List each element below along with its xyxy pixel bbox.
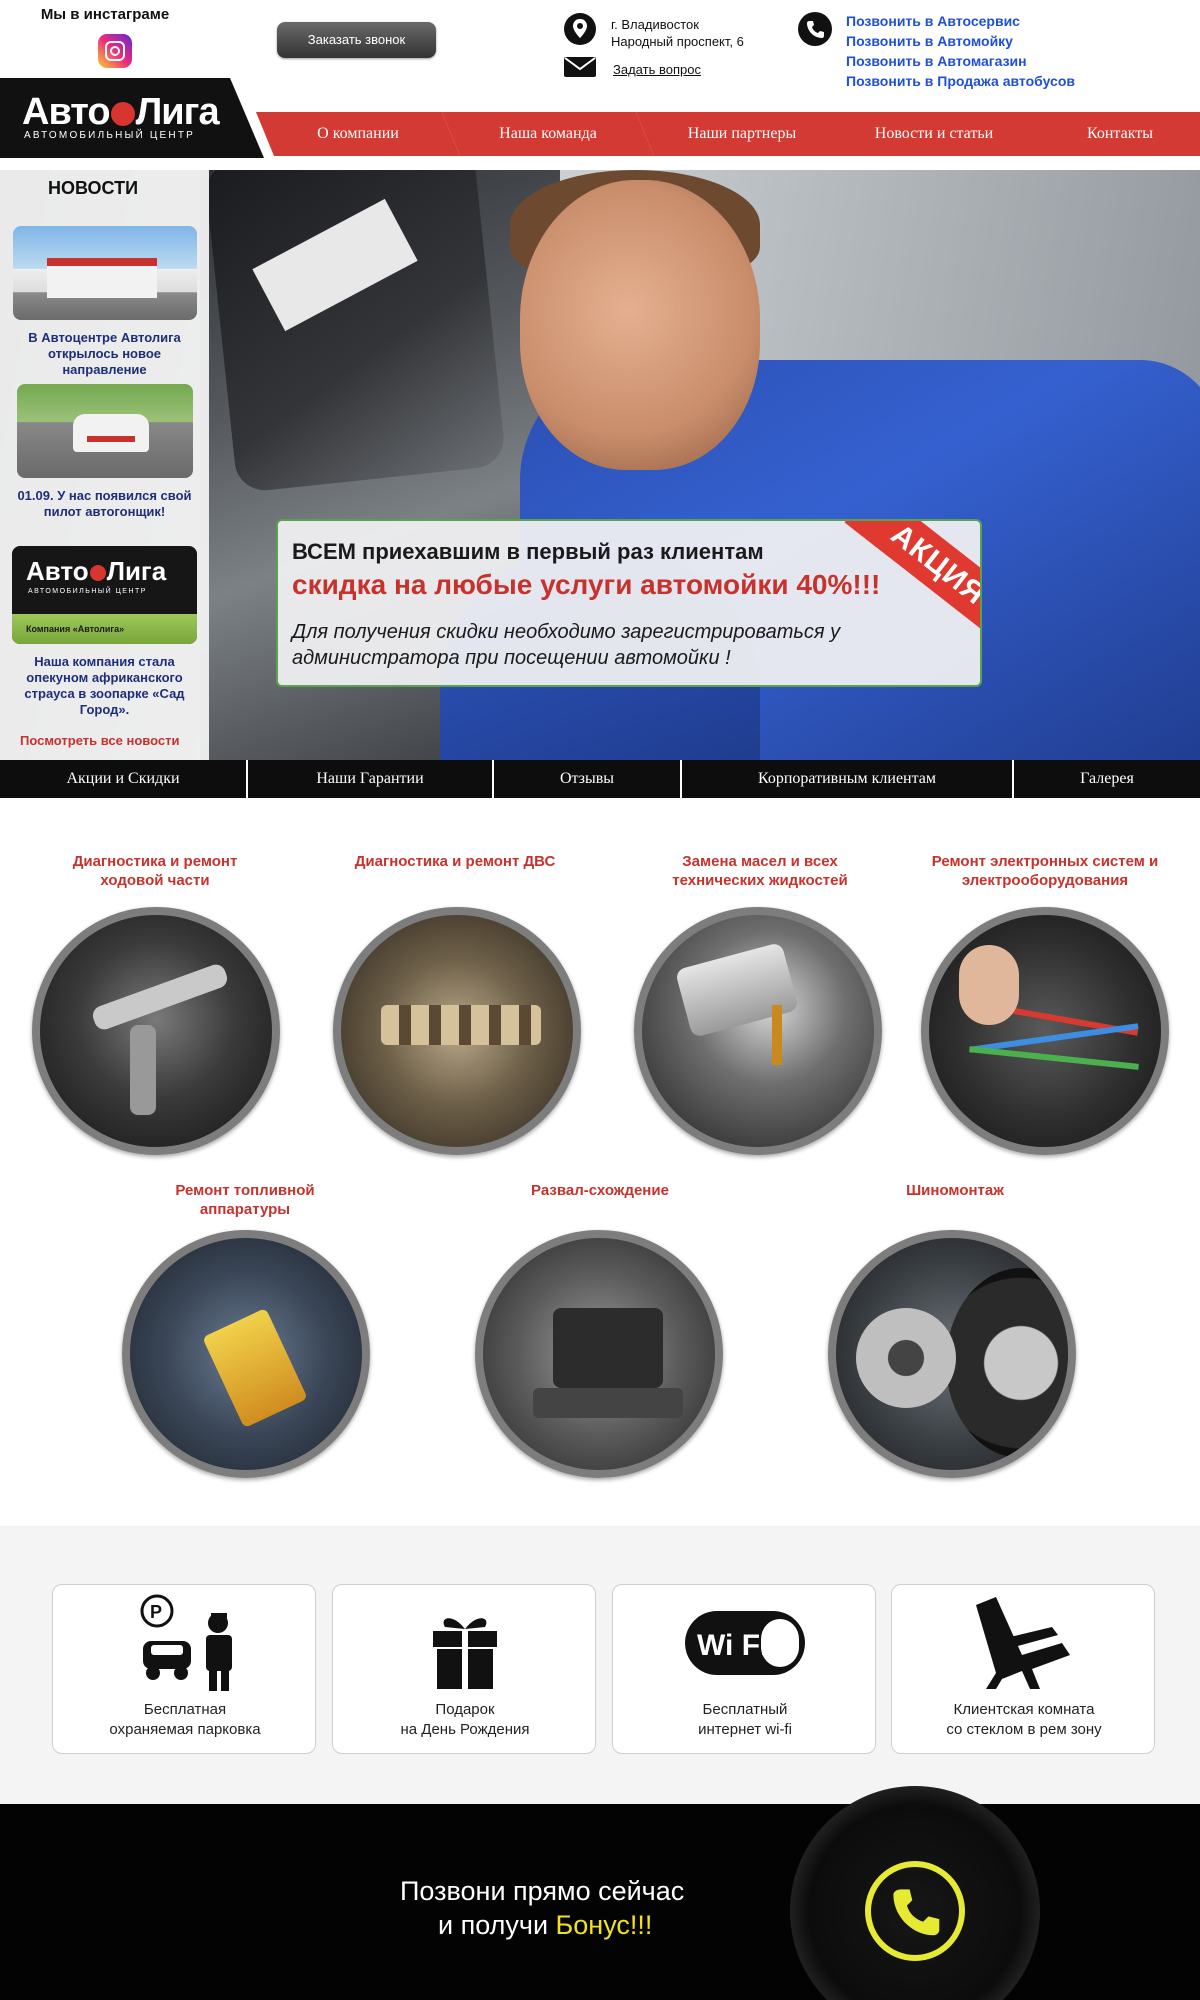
service-title-engine[interactable]: Диагностика и ремонт ДВС — [340, 852, 570, 871]
phone-icon — [893, 1889, 940, 1936]
address: г. Владивосток Народный проспект, 6 — [611, 16, 744, 50]
feature-text: Подарок на День Рождения — [333, 1700, 597, 1740]
feature-line2: интернет wi-fi — [698, 1721, 792, 1738]
service-title-tires[interactable]: Шиномонтаж — [860, 1181, 1050, 1200]
feature-card-lounge: Клиентская комната со стеклом в рем зону — [891, 1584, 1155, 1754]
svg-text:P: P — [150, 1602, 162, 1622]
promo-box: ВСЕМ приехавшим в первый раз клиентам ск… — [276, 519, 982, 687]
cta-line1: Позвони прямо сейчас — [400, 1876, 685, 1906]
lounge-chair-icon — [976, 1597, 1070, 1689]
gift-icon — [433, 1618, 497, 1689]
mail-icon — [564, 57, 596, 77]
feature-line1: Бесплатная — [143, 1701, 227, 1718]
top-bar: Мы в инстаграме Заказать звонок г. Влади… — [0, 0, 1200, 89]
secondary-nav: Акции и Скидки Наши Гарантии Отзывы Корп… — [0, 760, 1200, 798]
call-carwash-link[interactable]: Позвонить в Автомойку — [846, 31, 1075, 51]
service-title-alignment[interactable]: Развал-схождение — [480, 1181, 720, 1200]
news-image-racecar[interactable] — [17, 384, 193, 478]
order-call-button[interactable]: Заказать звонок — [277, 22, 436, 58]
service-title-electrics[interactable]: Ремонт электронных систем и электрообору… — [925, 852, 1165, 890]
subnav-reviews[interactable]: Отзывы — [494, 760, 682, 798]
wheel-icon — [110, 101, 135, 126]
news-caption[interactable]: Наша компания стала опекуном африканског… — [17, 654, 192, 718]
news-image-building[interactable] — [13, 226, 197, 320]
service-title-oil[interactable]: Замена масел и всех технических жидкосте… — [640, 852, 880, 890]
logo-part1: Авто — [22, 91, 111, 133]
news-logo-caption: Компания «Автолига» — [26, 624, 125, 634]
instagram-title: Мы в инстаграме — [40, 6, 170, 23]
feature-line2: на День Рождения — [400, 1721, 530, 1738]
cta-bonus: Бонус!!! — [555, 1910, 653, 1940]
feature-card-gift: Подарок на День Рождения — [332, 1584, 596, 1754]
address-city: г. Владивосток — [611, 17, 699, 32]
service-image-electrics[interactable] — [921, 907, 1169, 1155]
feature-line1: Подарок — [435, 1701, 495, 1718]
service-image-chassis[interactable] — [32, 907, 280, 1155]
call-bus-sales-link[interactable]: Позвонить в Продажа автобусов — [846, 71, 1075, 91]
subnav-corporate[interactable]: Корпоративным клиентам — [682, 760, 1014, 798]
location-pin-icon — [564, 13, 596, 45]
subnav-gallery[interactable]: Галерея — [1014, 760, 1200, 798]
address-street: Народный проспект, 6 — [611, 34, 744, 49]
feature-text: Бесплатный интернет wi-fi — [613, 1700, 877, 1740]
subnav-guarantees[interactable]: Наши Гарантии — [248, 760, 494, 798]
feature-line2: охраняемая парковка — [109, 1721, 261, 1738]
feature-card-wifi: Wi Fi Бесплатный интернет wi-fi — [612, 1584, 876, 1754]
service-image-oil[interactable] — [634, 907, 882, 1155]
promo-discount: скидка на любые услуги автомойки 40%!!! — [292, 569, 881, 600]
cta-line2-prefix: и получи — [438, 1910, 556, 1940]
service-image-alignment[interactable] — [475, 1230, 723, 1478]
logo-subtitle: АВТОМОБИЛЬНЫЙ ЦЕНТР — [24, 130, 195, 141]
wifi-left: Wi Fi — [697, 1629, 768, 1662]
cta-line2: и получи Бонус!!! — [438, 1910, 652, 1941]
feature-card-parking: P Бесплатная охраняемая парковка — [52, 1584, 316, 1754]
feature-text: Бесплатная охраняемая парковка — [53, 1700, 317, 1740]
mechanic-face — [520, 180, 760, 470]
wheel-icon — [89, 565, 106, 582]
ask-question-link[interactable]: Задать вопрос — [613, 62, 701, 77]
news-title: НОВОСТИ — [48, 178, 139, 198]
service-image-tires[interactable] — [828, 1230, 1076, 1478]
nav-about[interactable]: О компании — [256, 112, 460, 156]
wifi-icon: Wi Fi — [685, 1611, 805, 1675]
promo-line1: ВСЕМ приехавшим в первый раз клиентам — [292, 539, 764, 564]
news-logo-text: Авто Лига — [26, 556, 167, 586]
logo[interactable]: Авто Лига — [22, 91, 220, 133]
feature-text: Клиентская комната со стеклом в рем зону — [892, 1700, 1156, 1740]
instagram-icon[interactable] — [98, 34, 132, 68]
promo-conditions: Для получения скидки необходимо зарегист… — [292, 621, 841, 669]
service-title-fuel[interactable]: Ремонт топливной аппаратуры — [150, 1181, 340, 1219]
news-image-logo[interactable]: Авто Лига АВТОМОБИЛЬНЫЙ ЦЕНТР Компания «А… — [12, 546, 197, 644]
feature-line1: Клиентская комната — [953, 1701, 1095, 1718]
call-links: Позвонить в Автосервис Позвонить в Автом… — [846, 11, 1075, 91]
subnav-promotions[interactable]: Акции и Скидки — [0, 760, 248, 798]
feature-line2: со стеклом в рем зону — [946, 1721, 1102, 1738]
service-image-engine[interactable] — [333, 907, 581, 1155]
parking-guard-icon: P — [140, 1594, 232, 1691]
news-sidebar: НОВОСТИ В Автоцентре Автолига открылось … — [0, 170, 209, 760]
news-logo-subtitle: АВТОМОБИЛЬНЫЙ ЦЕНТР — [28, 588, 147, 595]
service-title-chassis[interactable]: Диагностика и ремонт ходовой части — [50, 852, 260, 890]
nav-contacts[interactable]: Контакты — [1020, 112, 1200, 156]
logo-part2: Лига — [135, 91, 220, 133]
service-image-fuel[interactable] — [122, 1230, 370, 1478]
news-caption[interactable]: 01.09. У нас появился свой пилот автогон… — [17, 488, 192, 520]
nav-partners[interactable]: Наши партнеры — [636, 112, 848, 156]
call-autoshop-link[interactable]: Позвонить в Автомагазин — [846, 51, 1075, 71]
nav-team[interactable]: Наша команда — [442, 112, 654, 156]
all-news-link[interactable]: Посмотреть все новости — [20, 733, 179, 749]
call-autoservice-link[interactable]: Позвонить в Автосервис — [846, 11, 1075, 31]
phone-icon — [798, 12, 832, 46]
feature-line1: Бесплатный — [702, 1701, 788, 1718]
news-caption[interactable]: В Автоцентре Автолига открылось новое на… — [17, 330, 192, 378]
nav-news[interactable]: Новости и статьи — [826, 112, 1042, 156]
